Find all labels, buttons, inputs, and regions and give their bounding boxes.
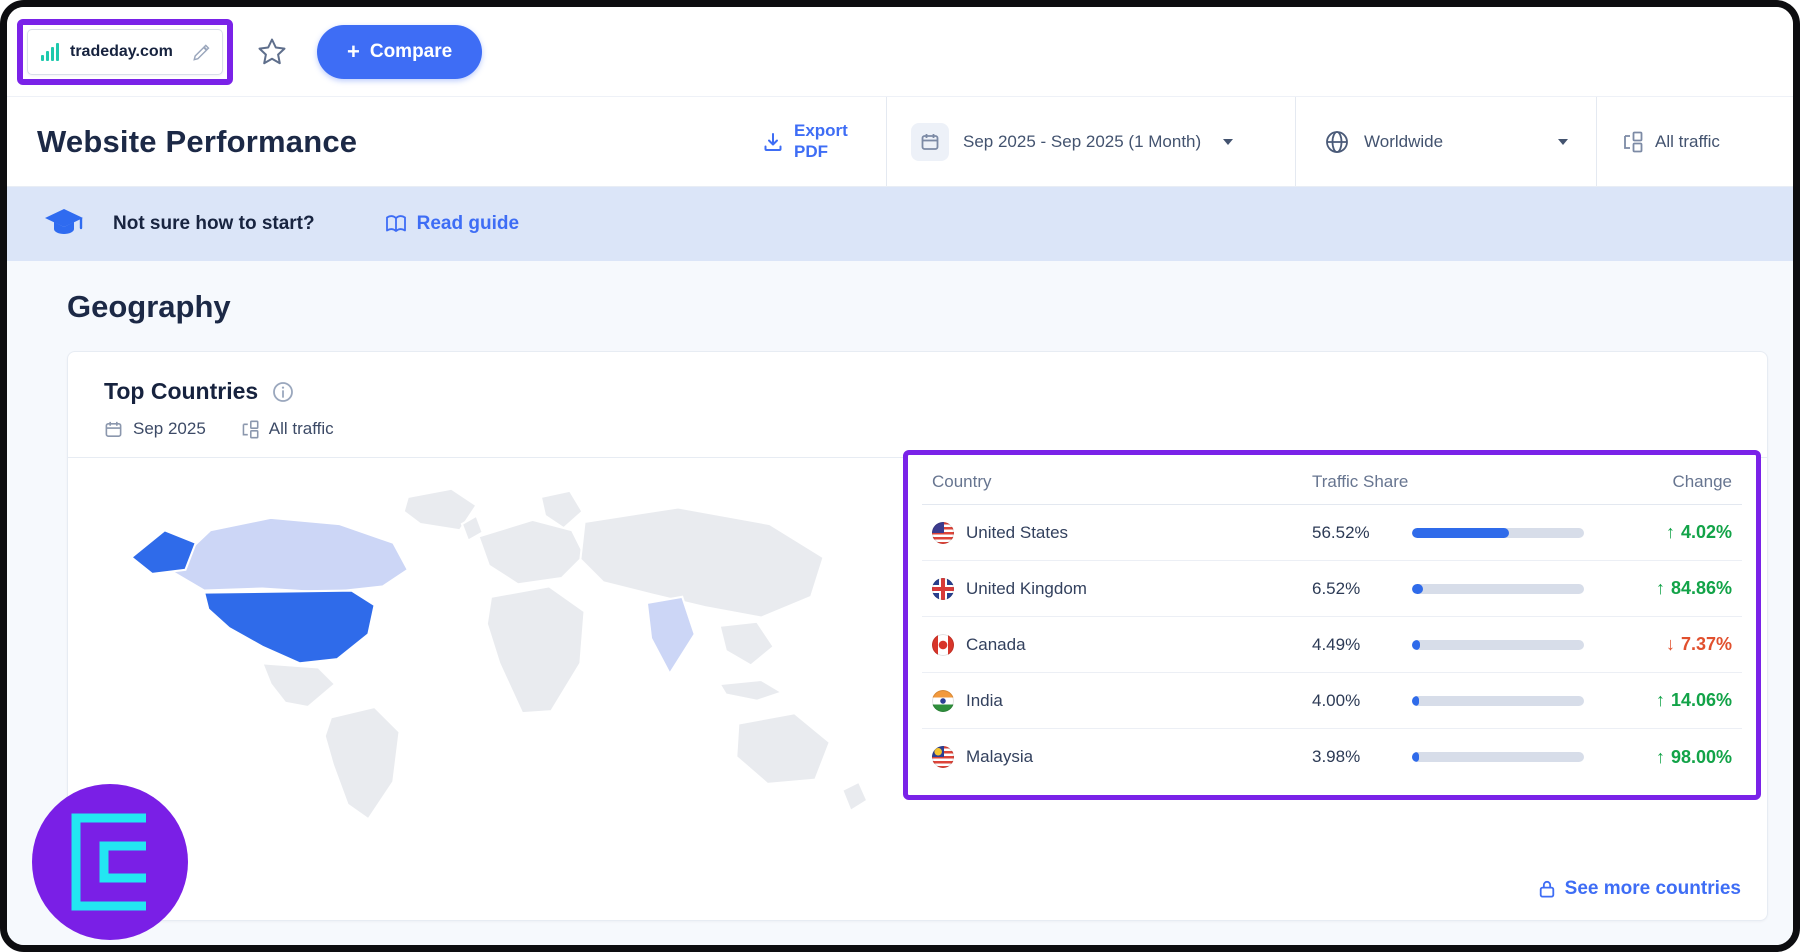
flag-icon-uk xyxy=(932,578,954,600)
table-row[interactable]: India 4.00% ↑ 14.06% xyxy=(922,673,1742,729)
countries-table-highlight: Country Traffic Share Change United Stat… xyxy=(903,450,1761,800)
onboarding-banner: Not sure how to start? Read guide xyxy=(7,187,1793,261)
export-pdf-label: Export PDF xyxy=(794,121,860,162)
arrow-up-icon: ↑ xyxy=(1666,522,1675,543)
banner-message: Not sure how to start? xyxy=(113,213,315,235)
change-value: ↑ 4.02% xyxy=(1602,522,1732,543)
table-row[interactable]: United States 56.52% ↑ 4.02% xyxy=(922,505,1742,561)
traffic-filter-label: All traffic xyxy=(1655,132,1720,152)
change-value: ↓ 7.37% xyxy=(1602,634,1732,655)
chevron-down-icon xyxy=(1223,139,1233,145)
traffic-share-value: 3.98% xyxy=(1312,747,1412,767)
map-canada xyxy=(169,518,408,593)
arrow-up-icon: ↑ xyxy=(1656,747,1665,768)
compare-button[interactable]: + Compare xyxy=(317,25,482,79)
see-more-countries-label: See more countries xyxy=(1565,878,1741,900)
card-traffic-filter: All traffic xyxy=(269,419,334,439)
card-header: Top Countries Sep 2025 All traffic xyxy=(68,352,1767,457)
bar-chart-icon xyxy=(40,42,60,62)
country-name: United States xyxy=(966,523,1068,543)
traffic-filter[interactable]: All traffic xyxy=(1597,97,1793,186)
plus-icon: + xyxy=(347,41,360,63)
favorite-star-icon[interactable] xyxy=(255,35,289,69)
traffic-share-value: 6.52% xyxy=(1312,579,1412,599)
countries-table-header: Country Traffic Share Change xyxy=(922,459,1742,505)
edit-icon[interactable] xyxy=(192,43,210,61)
export-pdf-button[interactable]: Export PDF xyxy=(736,97,886,186)
world-map xyxy=(96,470,886,840)
traffic-share-bar xyxy=(1412,640,1602,650)
map-india xyxy=(647,597,695,674)
traffic-share-value: 56.52% xyxy=(1312,523,1412,543)
column-header-country: Country xyxy=(932,472,1312,492)
flag-icon-my xyxy=(932,746,954,768)
arrow-up-icon: ↑ xyxy=(1656,578,1665,599)
table-row[interactable]: Malaysia 3.98% ↑ 98.00% xyxy=(922,729,1742,785)
flag-icon-in xyxy=(932,690,954,712)
domain-name: tradeday.com xyxy=(70,43,173,61)
traffic-share-value: 4.49% xyxy=(1312,635,1412,655)
top-bar: tradeday.com + Compare xyxy=(7,7,1793,97)
country-name: Canada xyxy=(966,635,1026,655)
country-name: India xyxy=(966,691,1003,711)
compare-label: Compare xyxy=(370,41,452,63)
date-range-selector[interactable]: Sep 2025 - Sep 2025 (1 Month) xyxy=(887,97,1295,186)
geography-heading: Geography xyxy=(67,289,1793,325)
arrow-down-icon: ↓ xyxy=(1666,634,1675,655)
read-guide-link[interactable]: Read guide xyxy=(385,213,519,235)
map-alaska xyxy=(131,530,195,574)
region-selector[interactable]: Worldwide xyxy=(1296,97,1596,186)
top-countries-card: Top Countries Sep 2025 All traffic xyxy=(67,351,1768,921)
brand-logo xyxy=(32,784,188,940)
download-icon xyxy=(762,131,784,153)
traffic-channels-icon xyxy=(1621,131,1643,153)
change-value: ↑ 14.06% xyxy=(1602,690,1732,711)
traffic-share-bar xyxy=(1412,584,1602,594)
country-name: United Kingdom xyxy=(966,579,1087,599)
card-footer: See more countries xyxy=(68,858,1767,920)
card-period: Sep 2025 xyxy=(133,419,206,439)
flag-icon-us xyxy=(932,522,954,544)
card-title: Top Countries xyxy=(104,378,258,405)
countries-table-body: United States 56.52% ↑ 4.02% United Kingdom… xyxy=(922,505,1742,785)
table-row[interactable]: Canada 4.49% ↓ 7.37% xyxy=(922,617,1742,673)
calendar-icon xyxy=(911,123,949,161)
country-name: Malaysia xyxy=(966,747,1033,767)
domain-search-highlight: tradeday.com xyxy=(17,19,233,85)
header-controls: Export PDF Sep 2025 - Sep 2025 (1 Month)… xyxy=(736,97,1793,186)
column-header-change: Change xyxy=(1602,472,1732,492)
main-content: Geography Top Countries Sep 2025 xyxy=(7,261,1793,945)
page-title: Website Performance xyxy=(37,124,357,160)
info-icon[interactable] xyxy=(272,381,294,403)
graduation-cap-icon xyxy=(43,207,85,241)
countries-table: Country Traffic Share Change United Stat… xyxy=(908,455,1756,795)
change-value: ↑ 98.00% xyxy=(1602,747,1732,768)
see-more-countries-link[interactable]: See more countries xyxy=(1538,878,1741,900)
screenshot-frame: tradeday.com + Compare Website Performan… xyxy=(0,0,1800,952)
change-value: ↑ 84.86% xyxy=(1602,578,1732,599)
lock-icon xyxy=(1538,879,1556,899)
arrow-up-icon: ↑ xyxy=(1656,690,1665,711)
date-range-label: Sep 2025 - Sep 2025 (1 Month) xyxy=(963,132,1201,152)
book-icon xyxy=(385,214,407,234)
traffic-share-bar xyxy=(1412,752,1602,762)
traffic-channels-icon xyxy=(240,420,259,439)
page-header: Website Performance Export PDF Sep 2025 … xyxy=(7,97,1793,187)
read-guide-label: Read guide xyxy=(417,213,519,235)
region-label: Worldwide xyxy=(1364,132,1443,152)
chevron-down-icon xyxy=(1558,139,1568,145)
traffic-share-bar xyxy=(1412,528,1602,538)
globe-icon xyxy=(1324,129,1350,155)
traffic-share-value: 4.00% xyxy=(1312,691,1412,711)
card-body: Country Traffic Share Change United Stat… xyxy=(68,458,1767,858)
table-row[interactable]: United Kingdom 6.52% ↑ 84.86% xyxy=(922,561,1742,617)
map-united-states xyxy=(204,591,374,664)
column-header-traffic-share: Traffic Share xyxy=(1312,472,1602,492)
flag-icon-ca xyxy=(932,634,954,656)
domain-search-box[interactable]: tradeday.com xyxy=(27,29,223,75)
traffic-share-bar xyxy=(1412,696,1602,706)
calendar-icon xyxy=(104,420,123,439)
